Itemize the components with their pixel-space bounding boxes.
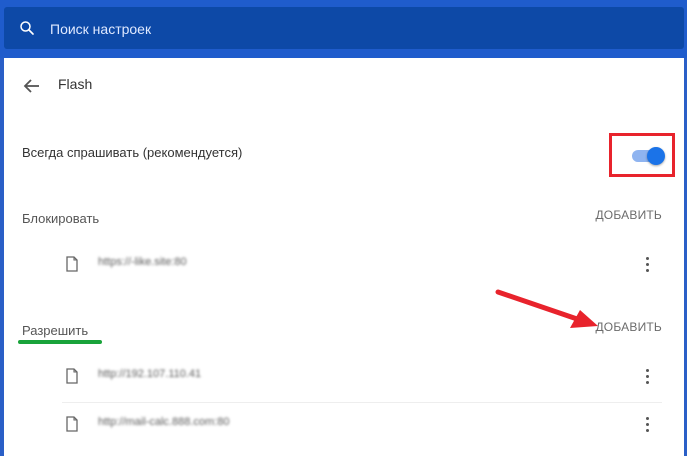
more-vert-icon[interactable]: [640, 254, 656, 276]
page-icon: [66, 368, 78, 384]
site-url: http://mail-calc.888.com:80: [98, 416, 230, 428]
top-bar: [0, 0, 687, 58]
ask-toggle-switch[interactable]: [632, 147, 665, 165]
more-vert-icon[interactable]: [640, 366, 656, 388]
block-add-button[interactable]: ДОБАВИТЬ: [595, 208, 662, 222]
search-box[interactable]: [4, 7, 684, 49]
page-title: Flash: [58, 76, 93, 92]
page-icon: [66, 416, 78, 432]
block-site-row: https://-like.site:80: [62, 242, 662, 288]
search-icon: [20, 21, 34, 35]
page-header: Flash: [4, 58, 684, 114]
allow-add-button[interactable]: ДОБАВИТЬ: [595, 320, 662, 334]
settings-card: Flash Всегда спрашивать (рекомендуется) …: [4, 58, 684, 456]
page-icon: [66, 256, 78, 272]
back-arrow-icon[interactable]: [20, 74, 44, 98]
ask-setting-row: Всегда спрашивать (рекомендуется): [4, 128, 684, 178]
search-input[interactable]: [48, 15, 652, 43]
allow-site-row: http://192.107.110.41: [62, 354, 662, 400]
ask-setting-label: Всегда спрашивать (рекомендуется): [22, 145, 243, 160]
allow-site-row: http://mail-calc.888.com:80: [62, 402, 662, 448]
site-url: https://-like.site:80: [98, 256, 187, 268]
toggle-knob: [647, 147, 665, 165]
site-url: http://192.107.110.41: [98, 368, 202, 380]
allow-section-title: Разрешить: [22, 323, 89, 338]
more-vert-icon[interactable]: [640, 414, 656, 436]
block-section-title: Блокировать: [22, 211, 100, 226]
red-arrow-annotation: [495, 289, 598, 328]
allow-green-underline: [18, 340, 102, 344]
